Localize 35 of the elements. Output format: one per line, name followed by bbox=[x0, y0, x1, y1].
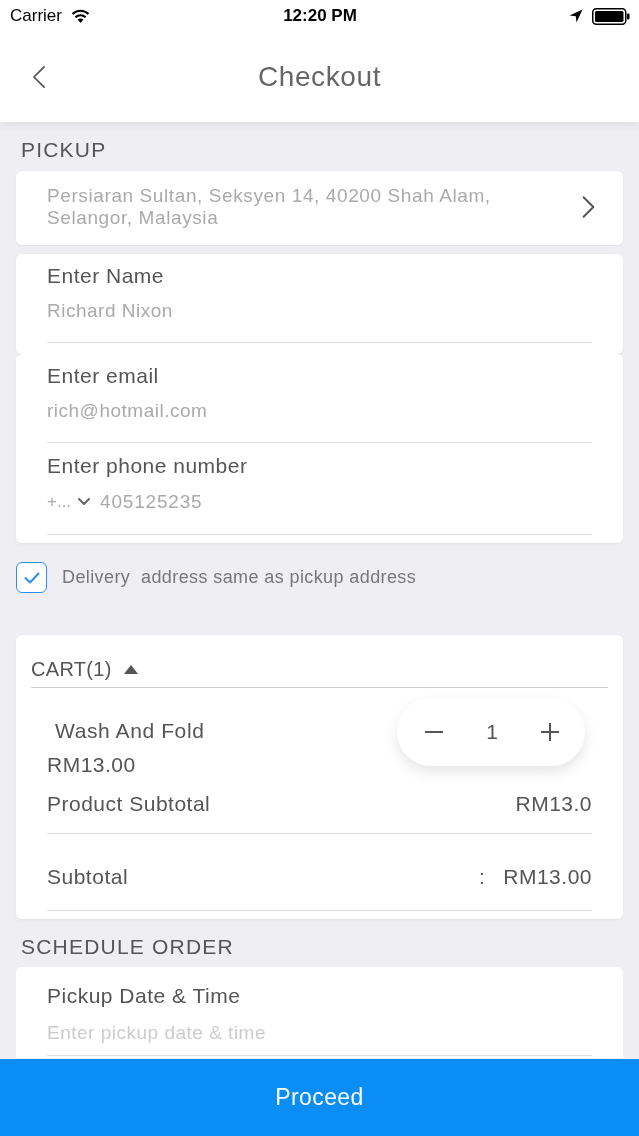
status-time: 12:20 PM bbox=[283, 6, 357, 26]
field-label: Pickup Date & Time bbox=[47, 984, 242, 1008]
plus-icon bbox=[541, 723, 559, 741]
carrier-name: Carrier bbox=[10, 6, 62, 26]
increment-button[interactable] bbox=[539, 721, 561, 743]
section-heading: PICKUP bbox=[20, 138, 108, 162]
minus-icon bbox=[425, 731, 443, 733]
page-title: Checkout bbox=[257, 61, 382, 93]
checkbox[interactable] bbox=[16, 562, 47, 593]
checkbox-label: Delivery address same as pickup address bbox=[62, 567, 417, 588]
text-input[interactable]: rich@hotmail.com bbox=[47, 396, 592, 426]
location-arrow-icon bbox=[569, 9, 583, 23]
section-heading: SCHEDULE ORDER bbox=[20, 935, 235, 959]
item-price: RM13.00 bbox=[47, 752, 137, 778]
total-value: RM13.00 bbox=[503, 864, 592, 890]
pickup-address-button[interactable]: Persiaran Sultan, Seksyen 14, 40200 Shah Alam, Selangor, Malaysia bbox=[16, 171, 623, 245]
total-label: Subtotal bbox=[47, 864, 129, 890]
total-value: RM13.0 bbox=[515, 791, 592, 817]
country-code-picker[interactable]: +... bbox=[47, 492, 91, 512]
text-input[interactable]: Richard Nixon bbox=[47, 296, 592, 326]
item-name: Wash And Fold bbox=[54, 718, 205, 744]
check-icon bbox=[23, 571, 40, 584]
total-label: Product Subtotal bbox=[47, 791, 211, 817]
field-label: Enter Name bbox=[47, 264, 166, 288]
chevron-right-icon bbox=[582, 195, 595, 219]
wifi-icon bbox=[70, 9, 90, 23]
chevron-down-icon bbox=[78, 498, 91, 506]
field-label: Enter email bbox=[47, 364, 160, 388]
proceed-button[interactable]: Proceed bbox=[0, 1059, 639, 1136]
quantity-value: 1 bbox=[486, 720, 498, 744]
separator-colon: : bbox=[478, 864, 486, 890]
cart-toggle[interactable]: CART(1) bbox=[31, 657, 608, 688]
field-label: Enter phone number bbox=[47, 454, 249, 478]
back-icon bbox=[31, 64, 47, 90]
battery-icon bbox=[592, 7, 630, 25]
